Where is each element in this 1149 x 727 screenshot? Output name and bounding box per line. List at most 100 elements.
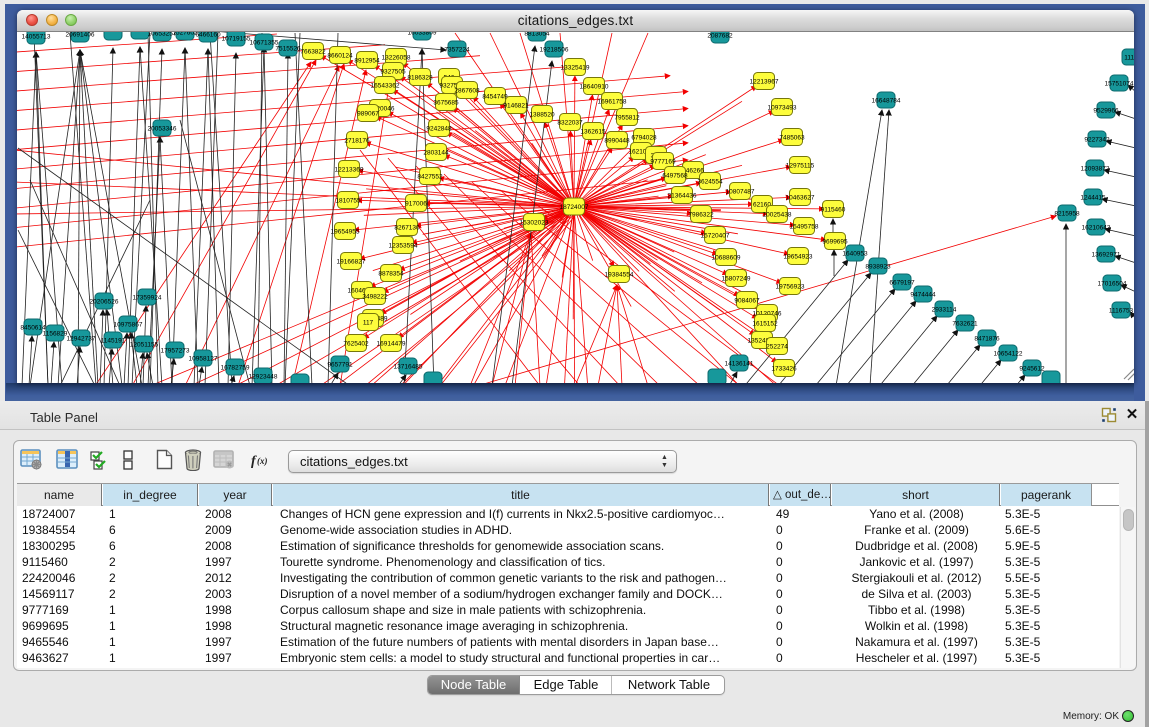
svg-text:10654122: 10654122	[994, 351, 1023, 358]
svg-text:12213967: 12213967	[750, 79, 779, 86]
svg-text:252274: 252274	[766, 344, 788, 351]
svg-text:15302023: 15302023	[520, 220, 549, 227]
svg-text:7357224: 7357224	[444, 47, 470, 54]
svg-text:12923448: 12923448	[249, 374, 278, 381]
svg-text:9084067: 9084067	[734, 298, 760, 305]
svg-text:7955812: 7955812	[614, 115, 640, 122]
svg-text:1640953: 1640953	[842, 251, 868, 258]
svg-text:8427552: 8427552	[417, 174, 443, 181]
svg-text:9115460: 9115460	[821, 207, 846, 214]
svg-text:989067: 989067	[357, 111, 379, 118]
svg-text:14136141: 14136141	[725, 361, 754, 368]
svg-text:20691406: 20691406	[66, 32, 95, 39]
svg-text:2718176: 2718176	[344, 138, 370, 145]
svg-text:9245612: 9245612	[1019, 366, 1045, 373]
svg-text:8912954: 8912954	[354, 58, 380, 65]
svg-text:8322037: 8322037	[557, 120, 583, 127]
svg-text:13325419: 13325419	[561, 65, 590, 72]
svg-text:9146821: 9146821	[503, 103, 529, 110]
svg-text:1112: 1112	[1124, 55, 1134, 62]
svg-text:1145191: 1145191	[101, 338, 126, 345]
svg-text:17016504: 17016504	[1098, 281, 1127, 288]
svg-text:15751074: 15751074	[1105, 81, 1134, 88]
svg-text:16782759: 16782759	[221, 365, 250, 372]
svg-text:8267130: 8267130	[394, 225, 420, 232]
svg-text:9777169: 9777169	[650, 159, 676, 166]
svg-text:12051155: 12051155	[130, 342, 159, 349]
svg-text:2933114: 2933114	[932, 307, 957, 314]
svg-text:6794028: 6794028	[631, 135, 657, 142]
svg-text:9474444: 9474444	[910, 292, 936, 299]
svg-text:15720407: 15720407	[701, 233, 730, 240]
svg-text:13692971: 13692971	[1092, 252, 1121, 259]
svg-text:19166827: 19166827	[337, 259, 366, 266]
svg-text:6497568: 6497568	[662, 173, 688, 180]
svg-text:17359924: 17359924	[133, 295, 162, 302]
svg-text:8938923: 8938923	[865, 264, 891, 271]
svg-text:20053346: 20053346	[148, 126, 177, 133]
svg-text:10025438: 10025438	[763, 212, 792, 219]
svg-text:14055713: 14055713	[22, 34, 51, 41]
svg-text:12353594: 12353594	[389, 243, 418, 250]
svg-text:12975115: 12975115	[786, 163, 815, 170]
svg-text:8454749: 8454749	[482, 94, 508, 101]
svg-text:1388520: 1388520	[529, 112, 555, 119]
svg-text:19654955: 19654955	[331, 229, 360, 236]
svg-text:8471876: 8471876	[974, 336, 1000, 343]
svg-text:2087682: 2087682	[707, 33, 733, 40]
svg-text:12213369: 12213369	[335, 167, 364, 174]
svg-text:1810755: 1810755	[335, 198, 361, 205]
svg-text:2867608: 2867608	[454, 88, 480, 95]
svg-text:1116753: 1116753	[1109, 308, 1134, 315]
svg-text:9327505: 9327505	[380, 69, 406, 76]
svg-text:16543362: 16543362	[371, 83, 400, 90]
svg-text:3675685: 3675685	[433, 100, 459, 107]
svg-text:1244415: 1244415	[1080, 195, 1106, 202]
svg-text:(x): (x)	[257, 456, 268, 466]
svg-text:17957273: 17957273	[161, 348, 190, 355]
svg-text:8813054: 8813054	[524, 32, 550, 38]
svg-text:8186328: 8186328	[407, 75, 433, 82]
svg-text:16961758: 16961758	[598, 99, 627, 106]
svg-text:9227342: 9227342	[1084, 137, 1110, 144]
svg-text:8215958: 8215958	[1054, 211, 1080, 218]
svg-text:10958127: 10958127	[189, 356, 218, 363]
svg-text:7632621: 7632621	[952, 321, 978, 328]
svg-text:6679197: 6679197	[889, 280, 915, 287]
svg-text:10973493: 10973493	[768, 105, 797, 112]
svg-text:9699695: 9699695	[822, 239, 848, 246]
svg-text:117: 117	[363, 320, 374, 327]
svg-text:7515526: 7515526	[275, 46, 301, 53]
svg-text:10688609: 10688609	[712, 255, 741, 262]
svg-text:3624554: 3624554	[697, 179, 723, 186]
svg-text:9657791: 9657791	[327, 362, 353, 369]
svg-text:8878354: 8878354	[378, 271, 404, 278]
svg-text:10463627: 10463627	[786, 195, 815, 202]
svg-text:15495758: 15495758	[790, 224, 819, 231]
svg-text:12093872: 12093872	[1081, 166, 1110, 173]
svg-text:10807487: 10807487	[726, 189, 755, 196]
svg-text:7625402: 7625402	[343, 341, 369, 348]
svg-text:19384554: 19384554	[605, 272, 634, 279]
svg-text:1733426: 1733426	[771, 366, 797, 373]
svg-text:18724007: 18724007	[560, 204, 589, 211]
svg-text:7485063: 7485063	[779, 135, 805, 142]
svg-text:7986322: 7986322	[688, 212, 714, 219]
svg-text:1362615: 1362615	[580, 129, 606, 136]
svg-text:12942737: 12942737	[67, 336, 96, 343]
svg-text:10975867: 10975867	[114, 322, 143, 329]
svg-text:1156829: 1156829	[43, 331, 68, 338]
svg-text:8660124: 8660124	[327, 53, 353, 60]
svg-text:10719155: 10719155	[222, 36, 251, 43]
svg-text:1615152: 1615152	[752, 321, 778, 328]
svg-text:15807249: 15807249	[722, 276, 751, 283]
svg-text:16648784: 16648784	[872, 98, 901, 105]
svg-text:19654923: 19654923	[784, 254, 813, 261]
svg-text:16210643: 16210643	[1082, 225, 1111, 232]
svg-text:9242848: 9242848	[426, 126, 452, 133]
svg-text:19218506: 19218506	[540, 47, 569, 54]
svg-text:16033809: 16033809	[408, 32, 437, 37]
svg-text:21364436: 21364436	[668, 193, 697, 200]
svg-text:7663822: 7663822	[300, 49, 326, 56]
svg-text:16914479: 16914479	[377, 341, 406, 348]
